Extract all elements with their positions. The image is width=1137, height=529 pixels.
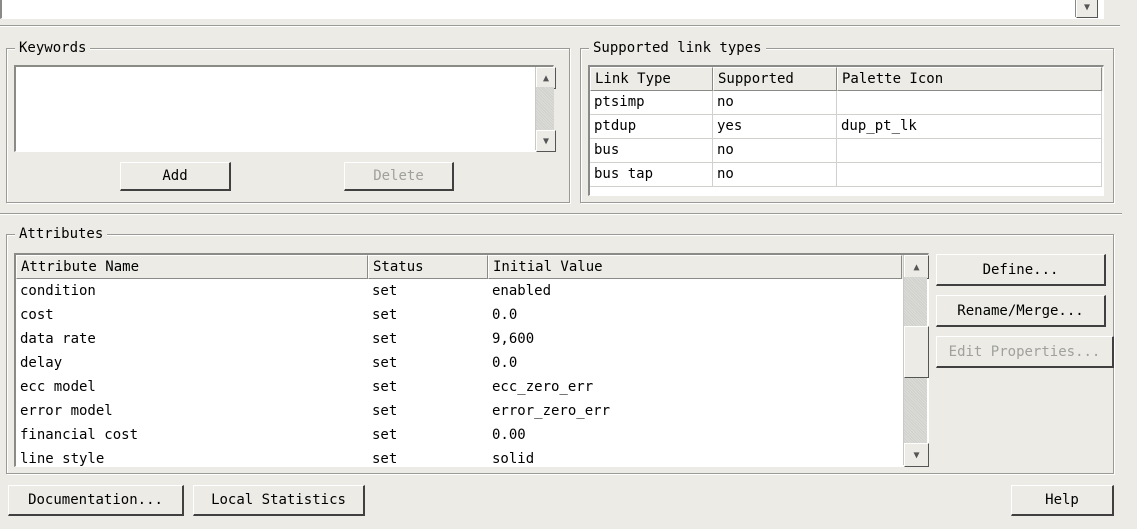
cell-attribute-name: financial cost (20, 427, 139, 443)
column-header-attribute-name[interactable]: Attribute Name (16, 255, 368, 279)
table-row[interactable]: line style set solid (16, 447, 928, 467)
attributes-legend: Attributes (15, 225, 108, 243)
keywords-legend: Keywords (15, 39, 91, 57)
cell-initial-value[interactable]: enabled (488, 279, 902, 303)
cell-attribute-name: condition (20, 283, 96, 299)
cell-attribute-name: error model (20, 403, 113, 419)
cell-palette-icon[interactable]: dup_pt_lk (837, 115, 1102, 139)
table-row[interactable]: ptsimp no (590, 91, 1103, 115)
cell-initial-value[interactable]: 0.00 (488, 423, 902, 447)
cell-supported[interactable]: no (713, 139, 837, 163)
cell-attribute-name: data rate (20, 331, 96, 347)
delete-keyword-button[interactable]: Delete (344, 162, 454, 191)
define-button[interactable]: Define... (936, 254, 1106, 286)
cell-status: set (372, 403, 398, 419)
table-row[interactable]: condition set enabled (16, 279, 928, 303)
table-row[interactable]: ptdup yes dup_pt_lk (590, 115, 1103, 139)
cell-supported[interactable]: no (713, 163, 837, 187)
table-row[interactable]: data rate set 9,600 (16, 327, 928, 351)
cell-status: set (372, 307, 398, 323)
cell-link-type: bus tap (590, 163, 713, 187)
column-header-link-type[interactable]: Link Type (590, 67, 713, 91)
cell-initial-value[interactable]: 9,600 (488, 327, 902, 351)
column-header-palette-icon[interactable]: Palette Icon (837, 67, 1102, 91)
cell-initial-value[interactable]: ecc_zero_err (488, 375, 902, 399)
scroll-up-icon[interactable]: ▲ (536, 67, 556, 89)
help-button[interactable]: Help (1011, 485, 1114, 516)
cell-palette-icon[interactable] (837, 163, 1102, 187)
description-scroll-down[interactable]: ▼ (1075, 0, 1098, 18)
cell-status: set (372, 379, 398, 395)
local-statistics-button[interactable]: Local Statistics (193, 485, 365, 516)
scroll-down-icon[interactable]: ▼ (904, 443, 929, 467)
cell-initial-value[interactable]: 0.0 (488, 351, 902, 375)
add-keyword-button[interactable]: Add (120, 162, 231, 191)
cell-attribute-name: ecc model (20, 379, 96, 395)
attributes-scrollbar[interactable]: ▲ ▼ (903, 255, 929, 467)
column-header-status[interactable]: Status (368, 255, 488, 279)
cell-palette-icon[interactable] (837, 139, 1102, 163)
cell-status: set (372, 427, 398, 443)
table-row[interactable]: cost set 0.0 (16, 303, 928, 327)
cell-link-type: ptsimp (590, 91, 713, 115)
keywords-list[interactable] (14, 65, 554, 152)
link-types-legend: Supported link types (589, 39, 766, 57)
link-types-table[interactable]: Link Type Supported Palette Icon ptsimp … (588, 65, 1104, 196)
cell-status: set (372, 451, 398, 467)
cell-link-type: bus (590, 139, 713, 163)
scroll-thumb[interactable] (904, 326, 929, 378)
cell-attribute-name: line style (20, 451, 105, 467)
scroll-track (536, 87, 554, 130)
table-row[interactable]: error model set error_zero_err (16, 399, 928, 423)
table-row[interactable]: financial cost set 0.00 (16, 423, 928, 447)
cell-initial-value[interactable]: error_zero_err (488, 399, 902, 423)
chevron-down-icon: ▼ (1076, 0, 1098, 18)
attributes-header: Attribute Name Status Initial Value (16, 255, 928, 279)
top-divider (0, 25, 1120, 27)
cell-initial-value[interactable]: 0.0 (488, 303, 902, 327)
cell-attribute-name: cost (20, 307, 54, 323)
cell-palette-icon[interactable] (837, 91, 1102, 115)
attributes-table[interactable]: Attribute Name Status Initial Value cond… (14, 253, 929, 467)
cell-initial-value[interactable]: solid (488, 447, 902, 466)
scroll-up-icon[interactable]: ▲ (904, 255, 929, 279)
table-row[interactable]: delay set 0.0 (16, 351, 928, 375)
cell-status: set (372, 283, 398, 299)
cell-status: set (372, 331, 398, 347)
cell-status: set (372, 355, 398, 371)
table-row[interactable]: bus tap no (590, 163, 1103, 187)
link-types-header: Link Type Supported Palette Icon (590, 67, 1103, 91)
edit-properties-button[interactable]: Edit Properties... (936, 336, 1114, 368)
description-field[interactable] (0, 0, 1104, 19)
section-divider (0, 213, 1122, 215)
cell-supported[interactable]: no (713, 91, 837, 115)
table-row[interactable]: bus no (590, 139, 1103, 163)
column-header-supported[interactable]: Supported (713, 67, 837, 91)
cell-link-type: ptdup (590, 115, 713, 139)
cell-attribute-name: delay (20, 355, 63, 371)
cell-supported[interactable]: yes (713, 115, 837, 139)
table-row[interactable]: ecc model set ecc_zero_err (16, 375, 928, 399)
rename-merge-button[interactable]: Rename/Merge... (936, 295, 1106, 327)
documentation-button[interactable]: Documentation... (8, 485, 184, 516)
column-header-initial-value[interactable]: Initial Value (488, 255, 902, 279)
scroll-down-icon[interactable]: ▼ (536, 130, 556, 152)
keywords-scrollbar[interactable]: ▲ ▼ (535, 67, 556, 152)
